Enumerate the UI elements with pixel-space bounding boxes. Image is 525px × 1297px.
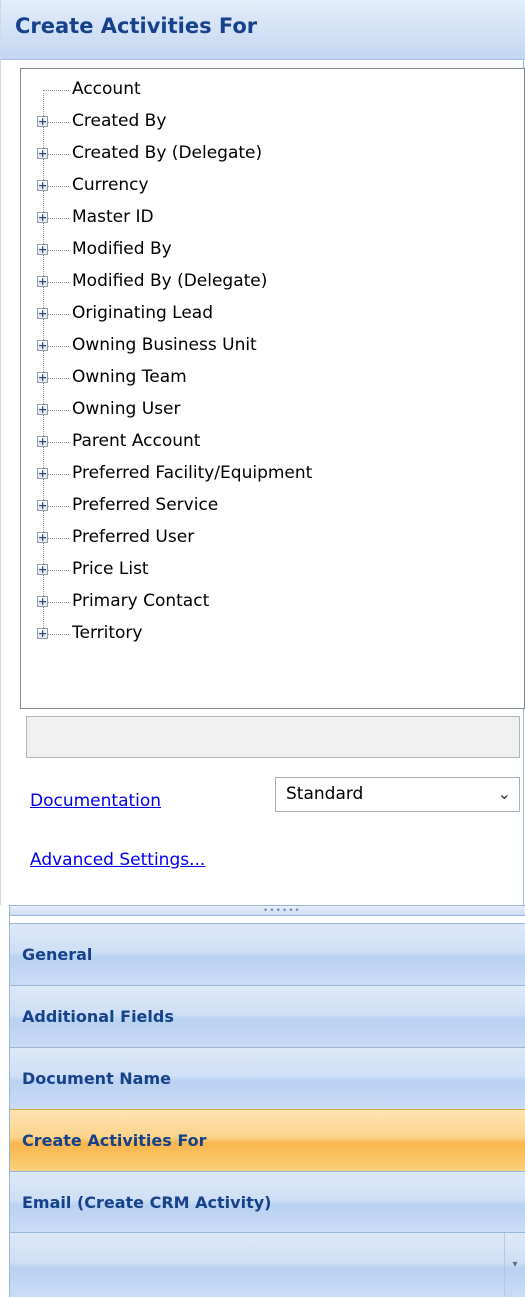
nav-button[interactable]: Email (Create CRM Activity)	[10, 1171, 525, 1233]
tree-item[interactable]: + Preferred User	[21, 522, 524, 554]
expand-plus-icon[interactable]: +	[37, 500, 48, 511]
tree-item[interactable]: + Created By	[21, 106, 524, 138]
expand-plus-icon[interactable]: +	[37, 212, 48, 223]
overflow-menu-icon[interactable]: ▾	[504, 1233, 525, 1297]
expand-plus-icon[interactable]: +	[37, 404, 48, 415]
tree-item-label: Preferred Service	[72, 495, 219, 515]
expand-plus-icon[interactable]: +	[37, 340, 48, 351]
pane-splitter[interactable]: ••••••	[10, 905, 525, 916]
tree-branch-line	[43, 90, 69, 91]
tree-item[interactable]: + Owning Team	[21, 362, 524, 394]
tree-item-label: Price List	[72, 559, 149, 579]
tree-item-label: Preferred User	[72, 527, 195, 547]
tree-item[interactable]: + Preferred Facility/Equipment	[21, 458, 524, 490]
mode-select-value: Standard	[286, 784, 364, 804]
nav-button[interactable]: Additional Fields	[10, 985, 525, 1047]
tree-item[interactable]: + Currency	[21, 170, 524, 202]
tree-item-label: Created By (Delegate)	[72, 143, 263, 163]
expand-plus-icon[interactable]: +	[37, 244, 48, 255]
expand-plus-icon[interactable]: +	[37, 596, 48, 607]
nav-button[interactable]: General	[10, 923, 525, 985]
activities-panel: Create Activities For Account + Created By…	[0, 0, 525, 905]
tree-item-label: Master ID	[72, 207, 154, 227]
tree-item-label: Modified By (Delegate)	[72, 271, 268, 291]
tree-item-label: Modified By	[72, 239, 172, 259]
tree-item[interactable]: + Owning Business Unit	[21, 330, 524, 362]
nav-overflow-bar: ▾	[10, 1232, 525, 1297]
documentation-link[interactable]: Documentation	[30, 791, 161, 811]
tree-item[interactable]: + Owning User	[21, 394, 524, 426]
tree-item[interactable]: + Parent Account	[21, 426, 524, 458]
nav-button[interactable]: Document Name	[10, 1047, 525, 1109]
status-field	[26, 716, 520, 758]
expand-plus-icon[interactable]: +	[37, 180, 48, 191]
nav-button-label: Email (Create CRM Activity)	[22, 1193, 272, 1212]
tree-item[interactable]: + Master ID	[21, 202, 524, 234]
mode-select[interactable]: Standard ⌄	[275, 777, 520, 812]
left-edge	[0, 905, 10, 1297]
tree-item-label: Account	[72, 79, 141, 99]
nav-button-label: Document Name	[22, 1069, 171, 1088]
tree-item-label: Territory	[72, 623, 143, 643]
expand-plus-icon[interactable]: +	[37, 308, 48, 319]
nav-button-label: General	[22, 945, 93, 964]
expand-plus-icon[interactable]: +	[37, 372, 48, 383]
tree-item[interactable]: + Primary Contact	[21, 586, 524, 618]
page-title: Create Activities For	[15, 14, 258, 38]
chevron-down-icon[interactable]: ⌄	[498, 784, 511, 803]
tree-item-label: Originating Lead	[72, 303, 213, 323]
nav-button-label: Create Activities For	[22, 1131, 207, 1150]
tree-item[interactable]: + Modified By (Delegate)	[21, 266, 524, 298]
expand-plus-icon[interactable]: +	[37, 564, 48, 575]
grip-icon[interactable]: ••••••	[263, 907, 301, 916]
expand-plus-icon[interactable]: +	[37, 628, 48, 639]
nav-button[interactable]: Create Activities For	[10, 1109, 525, 1171]
tree-item[interactable]: + Price List	[21, 554, 524, 586]
tree-item-label: Currency	[72, 175, 149, 195]
panel-header: Create Activities For	[1, 0, 525, 60]
expand-plus-icon[interactable]: +	[37, 436, 48, 447]
expand-plus-icon[interactable]: +	[37, 148, 48, 159]
tree-item-label: Created By	[72, 111, 167, 131]
expand-plus-icon[interactable]: +	[37, 276, 48, 287]
tree-item[interactable]: Account	[21, 74, 524, 106]
tree-item-label: Preferred Facility/Equipment	[72, 463, 313, 483]
tree-item-label: Parent Account	[72, 431, 201, 451]
nav-button-label: Additional Fields	[22, 1007, 174, 1026]
tree-item-label: Owning User	[72, 399, 181, 419]
advanced-settings-link[interactable]: Advanced Settings...	[30, 850, 205, 870]
tree-item[interactable]: + Preferred Service	[21, 490, 524, 522]
expand-plus-icon[interactable]: +	[37, 532, 48, 543]
tree-item-label: Owning Business Unit	[72, 335, 257, 355]
expand-plus-icon[interactable]: +	[37, 116, 48, 127]
tree-item-label: Owning Team	[72, 367, 187, 387]
tree-item[interactable]: + Territory	[21, 618, 524, 650]
entity-tree[interactable]: Account + Created By + Created By (Delegate)…	[20, 68, 525, 709]
tree-item[interactable]: + Created By (Delegate)	[21, 138, 524, 170]
tree-item[interactable]: + Originating Lead	[21, 298, 524, 330]
expand-plus-icon[interactable]: +	[37, 468, 48, 479]
tree-item[interactable]: + Modified By	[21, 234, 524, 266]
tree-item-label: Primary Contact	[72, 591, 210, 611]
